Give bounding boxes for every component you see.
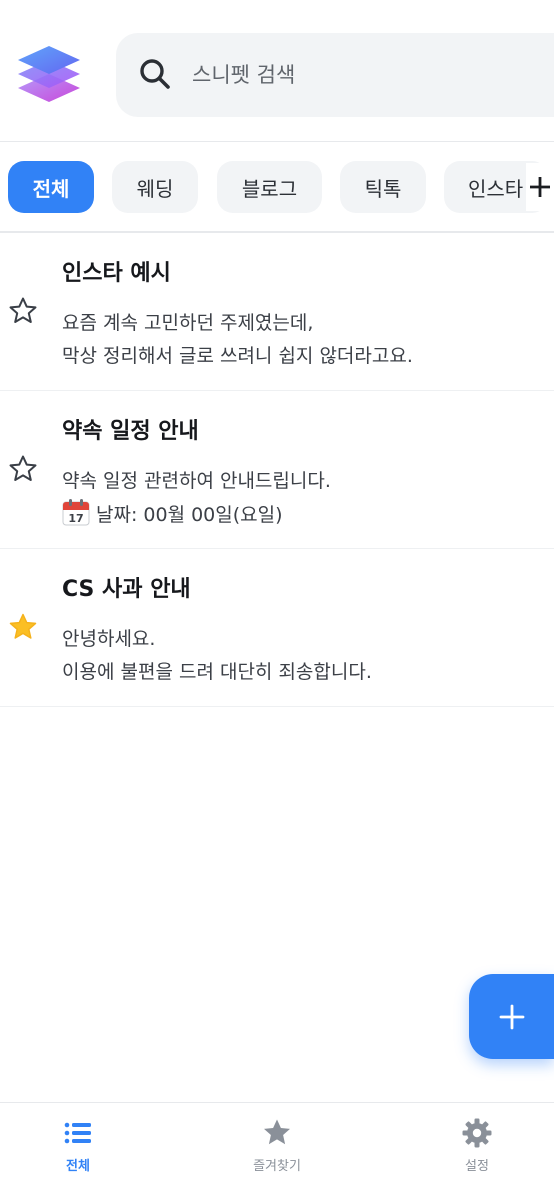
- star-icon: [264, 1119, 290, 1145]
- snippet-preview: 요즘 계속 고민하던 주제였는데, 막상 정리해서 글로 쓰려니 쉽지 않더라고…: [62, 307, 413, 373]
- tab-tiktok[interactable]: 틱톡: [340, 161, 426, 213]
- search-bar[interactable]: [116, 33, 554, 117]
- snippet-line: 요즘 계속 고민하던 주제였는데,: [62, 312, 314, 334]
- bottom-navigation: 전체 즐겨찾기 설정: [0, 1102, 554, 1200]
- star-outline-icon[interactable]: [7, 295, 39, 327]
- list-item[interactable]: 약속 일정 안내 약속 일정 관련하여 안내드립니다. 17 날짜: 00월 0…: [0, 391, 554, 549]
- nav-item-all[interactable]: 전체: [8, 1117, 148, 1187]
- star-outline-icon[interactable]: [7, 453, 39, 485]
- nav-label: 즐겨찾기: [253, 1159, 301, 1174]
- snippet-preview: 약속 일정 관련하여 안내드립니다. 17 날짜: 00월 00일(요일): [62, 465, 331, 532]
- snippet-line: 이용에 불편을 드려 대단히 죄송합니다.: [62, 661, 372, 683]
- nav-item-favorites[interactable]: 즐겨찾기: [207, 1117, 347, 1187]
- tab-wedding[interactable]: 웨딩: [112, 161, 198, 213]
- tab-all[interactable]: 전체: [8, 161, 94, 213]
- add-snippet-button[interactable]: [469, 974, 554, 1059]
- search-icon: [140, 59, 170, 89]
- snippet-preview: 안녕하세요. 이용에 불편을 드려 대단히 죄송합니다.: [62, 623, 372, 689]
- list-icon: [64, 1122, 91, 1144]
- snippet-line-with-icon: 17 날짜: 00월 00일(요일): [62, 498, 331, 532]
- gear-icon: [462, 1118, 492, 1148]
- nav-label: 설정: [465, 1159, 489, 1174]
- snippet-line: 안녕하세요.: [62, 628, 156, 650]
- app-logo-icon: [18, 46, 80, 102]
- search-input[interactable]: [192, 51, 532, 99]
- plus-icon: [499, 1004, 524, 1029]
- snippet-line-text: 날짜: 00월 00일(요일): [96, 504, 283, 526]
- snippet-title: 인스타 예시: [62, 261, 171, 286]
- svg-text:17: 17: [68, 512, 83, 525]
- category-tabs: 전체 웨딩 블로그 틱톡 인스타: [0, 143, 554, 233]
- snippet-line: 막상 정리해서 글로 쓰려니 쉽지 않더라고요.: [62, 345, 413, 367]
- snippet-title: CS 사과 안내: [62, 577, 191, 602]
- calendar-icon: 17: [62, 499, 90, 526]
- nav-item-settings[interactable]: 설정: [407, 1117, 547, 1187]
- list-item[interactable]: 인스타 예시 요즘 계속 고민하던 주제였는데, 막상 정리해서 글로 쓰려니 …: [0, 233, 554, 391]
- tab-blog[interactable]: 블로그: [217, 161, 322, 213]
- app-header: [0, 0, 554, 142]
- nav-label: 전체: [66, 1159, 90, 1174]
- snippet-line: 약속 일정 관련하여 안내드립니다.: [62, 470, 331, 492]
- snippet-title: 약속 일정 안내: [62, 419, 199, 444]
- star-filled-icon[interactable]: [7, 611, 39, 643]
- list-item[interactable]: CS 사과 안내 안녕하세요. 이용에 불편을 드려 대단히 죄송합니다.: [0, 549, 554, 707]
- plus-icon: [530, 177, 550, 197]
- add-category-button[interactable]: [526, 163, 554, 211]
- snippet-list: 인스타 예시 요즘 계속 고민하던 주제였는데, 막상 정리해서 글로 쓰려니 …: [0, 233, 554, 707]
